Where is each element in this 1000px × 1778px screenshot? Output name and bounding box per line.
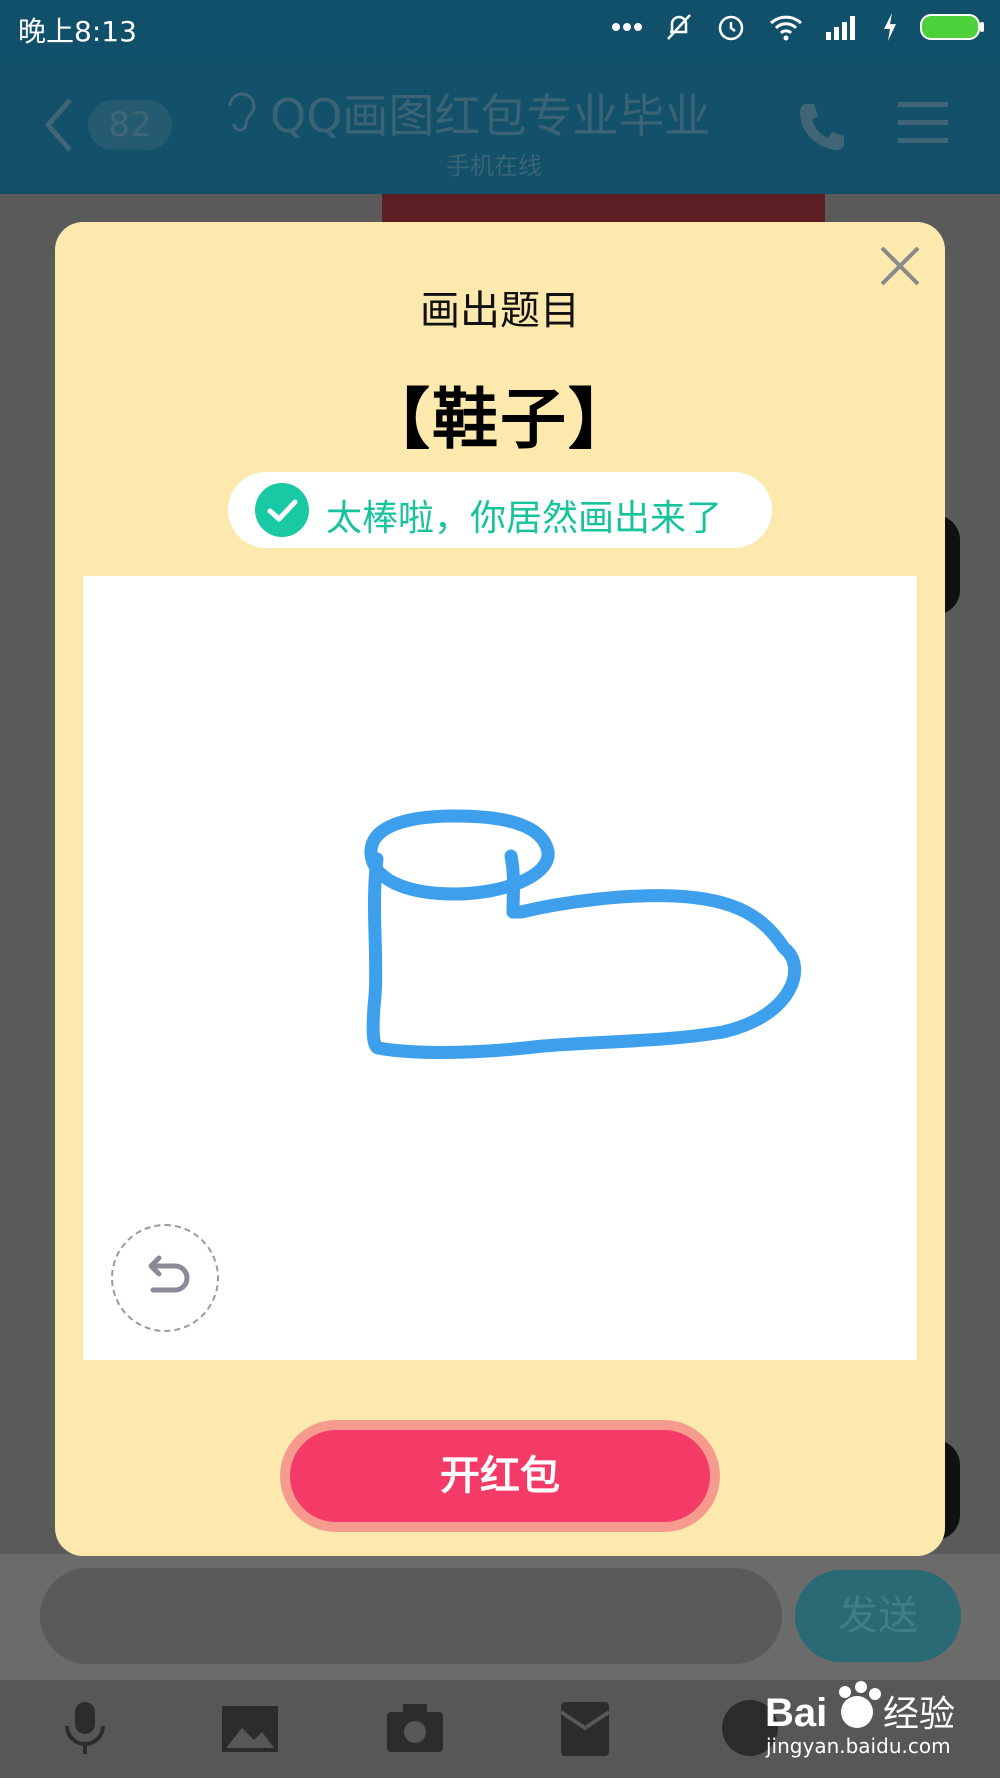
chat-title: QQ画图红包专业毕业 (270, 89, 711, 143)
more-dots-icon (612, 23, 642, 31)
svg-text:Bai: Bai (765, 1691, 827, 1735)
red-packet-icon[interactable] (555, 1698, 615, 1758)
menu-icon[interactable] (898, 100, 948, 146)
ear-icon (228, 92, 256, 132)
check-icon (255, 483, 309, 537)
dialog-title: 画出题目 (420, 288, 580, 334)
camera-icon[interactable] (385, 1698, 445, 1758)
mute-icon (667, 14, 691, 40)
phone-icon[interactable] (796, 100, 846, 152)
microphone-icon[interactable] (55, 1698, 115, 1758)
online-status: 手机在线 (446, 152, 542, 180)
undo-icon (148, 1255, 190, 1293)
image-icon[interactable] (220, 1698, 280, 1758)
charging-icon (884, 13, 896, 41)
back-chevron-icon[interactable] (40, 95, 80, 155)
signal-icon (826, 16, 855, 40)
success-message: 太棒啦，你居然画出来了 (326, 498, 723, 539)
alarm-icon (718, 15, 744, 41)
undo-button[interactable] (111, 1224, 219, 1332)
message-input[interactable] (40, 1568, 782, 1664)
watermark-url: jingyan.baidu.com (766, 1734, 951, 1758)
open-red-packet-button[interactable]: 开红包 (290, 1430, 710, 1522)
chat-title-bar: 82 QQ画图红包专业毕业 手机在线 (0, 60, 1000, 194)
svg-text:经验: 经验 (883, 1694, 955, 1735)
wifi-icon (769, 15, 803, 41)
status-icons (612, 12, 986, 42)
status-bar: 晚上8:13 (0, 0, 1000, 60)
unread-count-badge[interactable]: 82 (88, 100, 172, 150)
prompt-word: 【鞋子】 (364, 381, 636, 458)
status-time: 晚上8:13 (18, 15, 137, 48)
send-button[interactable]: 发送 (795, 1570, 961, 1662)
battery-icon (920, 14, 984, 40)
